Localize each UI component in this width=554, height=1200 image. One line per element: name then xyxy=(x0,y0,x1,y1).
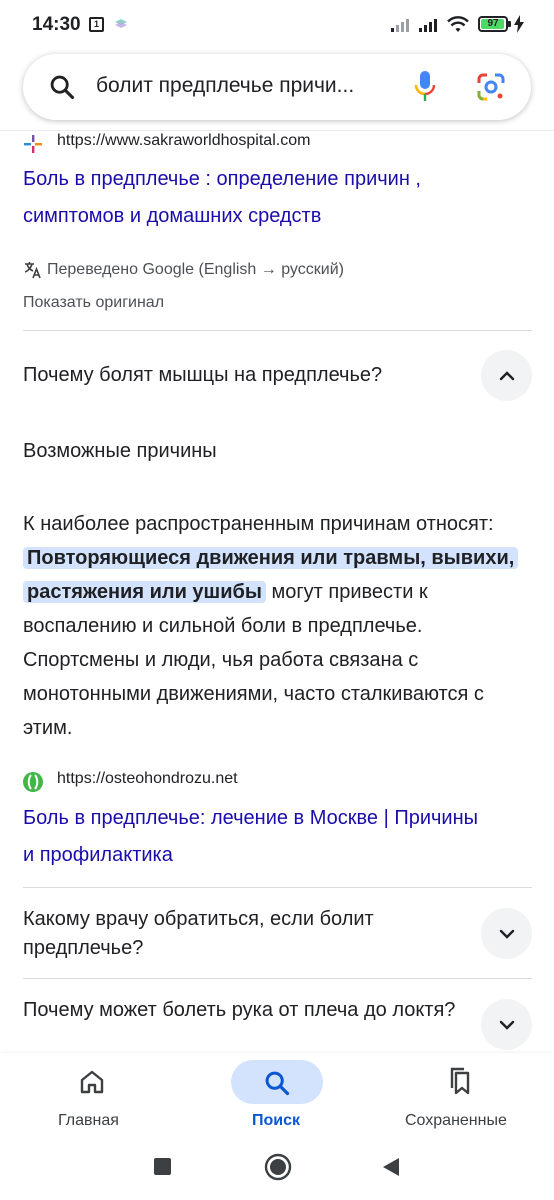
recents-button[interactable] xyxy=(154,1158,171,1175)
nav-search[interactable]: Поиск xyxy=(222,1053,332,1133)
charging-icon xyxy=(514,15,524,33)
result-title-link-2[interactable]: Боль в предплечье: лечение в Москве | Пр… xyxy=(23,800,533,874)
back-button[interactable] xyxy=(381,1157,401,1177)
answer-text: К наиболее распространенным причинам отн… xyxy=(23,507,533,745)
microphone-icon[interactable] xyxy=(413,70,437,104)
app-notification-icon xyxy=(115,19,127,28)
show-original-link[interactable]: Показать оригинал xyxy=(23,294,164,312)
sim-icon: 1 xyxy=(89,17,104,32)
bottom-navigation: Главная Поиск Сохраненные xyxy=(0,1053,554,1133)
result-url: https://www.sakraworldhospital.com xyxy=(57,132,311,149)
home-icon xyxy=(80,1070,104,1094)
translation-notice: Переведено Google (English → русский) xyxy=(23,260,344,280)
status-bar: 14:30 1 97 xyxy=(0,0,554,50)
translate-icon xyxy=(24,262,41,279)
signal-icon-2 xyxy=(419,19,437,32)
divider xyxy=(23,330,532,331)
nav-home[interactable]: Главная xyxy=(40,1053,144,1133)
nav-saved-label: Сохраненные xyxy=(405,1112,507,1129)
osteohondrozu-favicon-icon xyxy=(23,772,43,792)
divider xyxy=(23,887,532,888)
nav-saved[interactable]: Сохраненные xyxy=(400,1053,524,1133)
system-navigation-bar xyxy=(0,1133,554,1200)
result-url-2: https://osteohondrozu.net xyxy=(57,770,238,787)
faq-question-1[interactable]: Почему болят мышцы на предплечье? xyxy=(23,361,463,390)
signal-icon xyxy=(391,19,409,32)
wifi-icon xyxy=(447,16,469,32)
search-icon xyxy=(265,1071,290,1096)
google-lens-icon[interactable] xyxy=(475,71,507,103)
search-input[interactable]: болит предплечье причи... xyxy=(96,74,386,98)
battery-icon: 97 xyxy=(478,16,508,32)
search-icon[interactable] xyxy=(48,73,76,101)
search-box[interactable]: болит предплечье причи... xyxy=(23,54,531,120)
nav-search-label: Поиск xyxy=(252,1112,301,1129)
expand-button[interactable] xyxy=(481,999,532,1050)
home-button[interactable] xyxy=(264,1153,292,1181)
answer-heading: Возможные причины xyxy=(23,440,217,462)
faq-question-3[interactable]: Почему может болеть рука от плеча до лок… xyxy=(23,996,463,1025)
chevron-down-icon xyxy=(499,1020,515,1030)
chevron-up-icon xyxy=(499,371,515,381)
status-time: 14:30 xyxy=(32,14,81,35)
collapse-button[interactable] xyxy=(481,350,532,401)
nav-home-label: Главная xyxy=(58,1112,119,1129)
header-divider xyxy=(0,130,554,131)
expand-button[interactable] xyxy=(481,908,532,959)
sakra-favicon-icon xyxy=(24,135,42,153)
result-title-link[interactable]: Боль в предплечье : определение причин ,… xyxy=(23,161,533,235)
chevron-down-icon xyxy=(499,929,515,939)
faq-question-2[interactable]: Какому врачу обратиться, если болит пред… xyxy=(23,905,463,963)
divider xyxy=(23,978,532,979)
bookmarks-icon xyxy=(450,1067,470,1095)
